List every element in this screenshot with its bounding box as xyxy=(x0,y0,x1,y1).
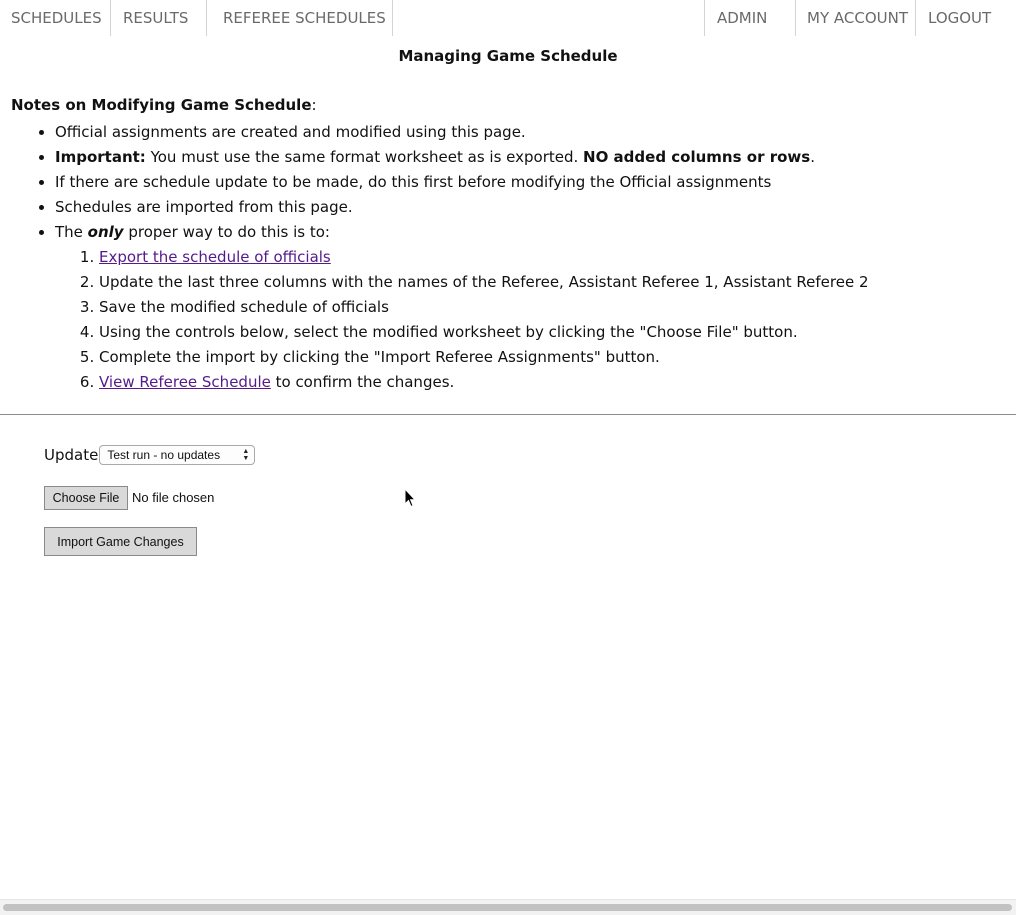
step-item: View Referee Schedule to confirm the cha… xyxy=(99,370,1001,395)
nav-logout[interactable]: LOGOUT xyxy=(928,0,991,36)
list-item: Important: You must use the same format … xyxy=(55,145,1001,170)
import-form: Update Test run - no updates ▲ ▼ Choose F… xyxy=(44,443,256,556)
scrollbar-thumb[interactable] xyxy=(3,904,1012,911)
step-item: Save the modified schedule of officials xyxy=(99,295,1001,320)
step-item: Export the schedule of officials xyxy=(99,245,1001,270)
nav-divider xyxy=(795,0,796,36)
page-title: Managing Game Schedule xyxy=(398,47,618,65)
notes-heading-text: Notes on Modifying Game Schedule xyxy=(11,96,312,114)
note-period: . xyxy=(810,148,815,166)
list-item: Schedules are imported from this page. xyxy=(55,195,1001,220)
notes-heading: Notes on Modifying Game Schedule: xyxy=(11,95,1001,116)
update-row: Update Test run - no updates ▲ ▼ xyxy=(44,443,256,467)
file-status: No file chosen xyxy=(132,490,215,505)
nav-results[interactable]: RESULTS xyxy=(123,0,188,36)
note-text: If there are schedule update to be made,… xyxy=(55,173,772,191)
step-text: Complete the import by clicking the "Imp… xyxy=(99,348,660,366)
steps-list: Export the schedule of officials Update … xyxy=(55,245,1001,395)
note-text: proper way to do this is to: xyxy=(123,223,330,241)
notes-section: Notes on Modifying Game Schedule: Offici… xyxy=(11,95,1001,395)
list-item: Official assignments are created and mod… xyxy=(55,120,1001,145)
step-text: Update the last three columns with the n… xyxy=(99,273,869,291)
notes-heading-colon: : xyxy=(311,96,317,114)
list-item: If there are schedule update to be made,… xyxy=(55,170,1001,195)
important-label: Important: xyxy=(55,148,146,166)
nav-my-account[interactable]: MY ACCOUNT xyxy=(807,0,908,36)
step-text: Save the modified schedule of officials xyxy=(99,298,389,316)
nav-referee-schedules[interactable]: REFEREE SCHEDULES xyxy=(223,0,386,36)
step-item: Complete the import by clicking the "Imp… xyxy=(99,345,1001,370)
nav-divider xyxy=(704,0,705,36)
update-mode-selected: Test run - no updates xyxy=(107,448,221,462)
notes-list: Official assignments are created and mod… xyxy=(11,120,1001,395)
export-schedule-link[interactable]: Export the schedule of officials xyxy=(99,248,331,266)
note-text: The xyxy=(55,223,88,241)
top-navigation: SCHEDULES RESULTS REFEREE SCHEDULES ADMI… xyxy=(0,0,1016,36)
step-text: to confirm the changes. xyxy=(270,373,455,391)
view-referee-schedule-link[interactable]: View Referee Schedule xyxy=(99,373,271,391)
note-emphasis: NO added columns or rows xyxy=(583,148,811,166)
update-label: Update xyxy=(44,446,99,464)
step-item: Update the last three columns with the n… xyxy=(99,270,1001,295)
mouse-pointer-icon xyxy=(404,487,417,512)
nav-divider xyxy=(206,0,207,36)
note-text: You must use the same format worksheet a… xyxy=(145,148,584,166)
horizontal-scrollbar[interactable] xyxy=(0,899,1016,915)
list-item: The only proper way to do this is to: Ex… xyxy=(55,220,1001,395)
update-mode-select[interactable]: Test run - no updates ▲ ▼ xyxy=(99,445,256,465)
step-text: Using the controls below, select the mod… xyxy=(99,323,798,341)
step-item: Using the controls below, select the mod… xyxy=(99,320,1001,345)
nav-divider xyxy=(915,0,916,36)
note-emphasis-only: only xyxy=(87,223,124,241)
nav-divider xyxy=(392,0,393,36)
file-row: Choose File No file chosen xyxy=(44,485,255,510)
note-text: Schedules are imported from this page. xyxy=(55,198,353,216)
import-game-changes-button[interactable]: Import Game Changes xyxy=(44,527,197,556)
choose-file-button[interactable]: Choose File xyxy=(44,485,128,510)
note-text: Official assignments are created and mod… xyxy=(55,123,526,141)
nav-admin[interactable]: ADMIN xyxy=(717,0,767,36)
up-down-arrows-icon: ▲ ▼ xyxy=(242,448,250,462)
divider xyxy=(0,414,1016,415)
nav-divider xyxy=(110,0,111,36)
nav-schedules[interactable]: SCHEDULES xyxy=(11,0,102,36)
